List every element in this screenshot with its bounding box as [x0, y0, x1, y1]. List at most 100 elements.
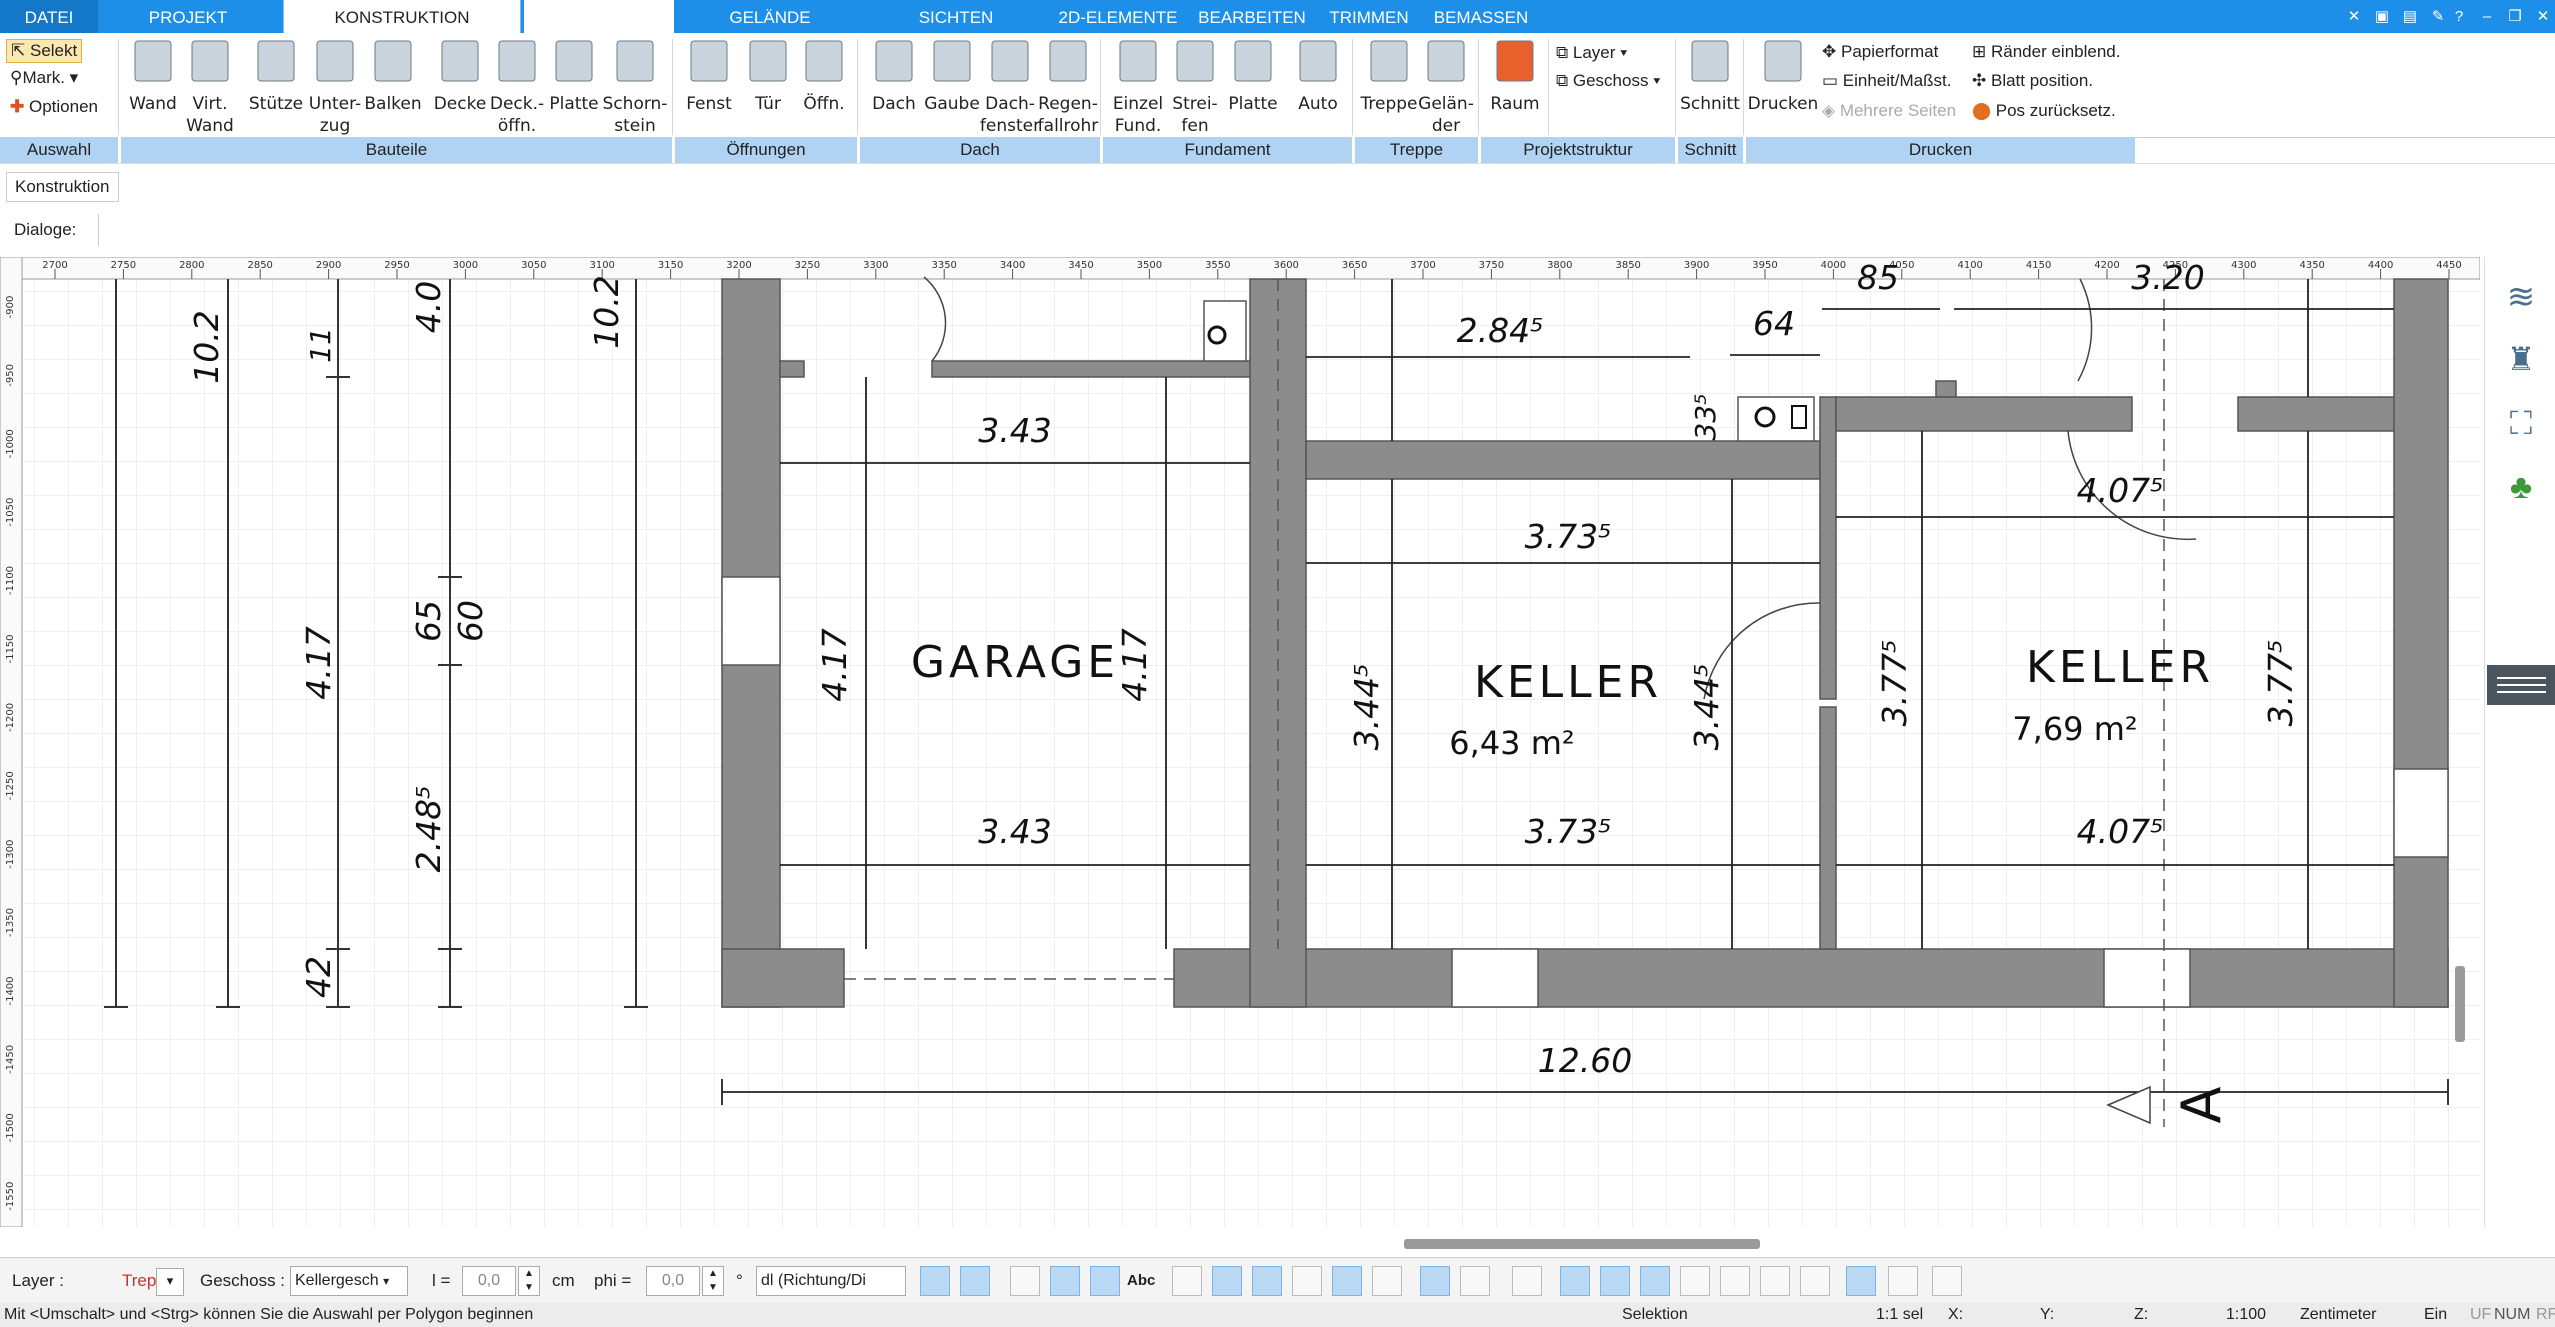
line-style-icon[interactable]: [1050, 1266, 1080, 1296]
frame-select-icon[interactable]: [1252, 1266, 1282, 1296]
folder-icon[interactable]: ▣: [2371, 6, 2393, 28]
group-dach: Dach: [960, 140, 1000, 159]
view-7-icon[interactable]: [1800, 1266, 1830, 1296]
roof-icon: [875, 40, 913, 82]
section-button[interactable]: Schnitt: [1680, 40, 1740, 114]
dimension-icon[interactable]: [1172, 1266, 1202, 1296]
layers-icon[interactable]: ≋: [2501, 277, 2541, 317]
printer-button[interactable]: Drucken: [1748, 40, 1819, 114]
view-3-icon[interactable]: [1640, 1266, 1670, 1296]
north-icon[interactable]: [1460, 1266, 1490, 1296]
opening-button[interactable]: Öffn.: [803, 40, 845, 114]
room-button[interactable]: Raum: [1490, 40, 1540, 114]
minimize-icon[interactable]: –: [2476, 6, 2498, 28]
layer-button[interactable]: ⧉ Layer ▾: [1556, 39, 1627, 67]
save-icon[interactable]: ▤: [2399, 6, 2421, 28]
menu-icon[interactable]: [2487, 665, 2555, 705]
ruler-label: 3900: [1684, 260, 1709, 271]
ruler-label: 4200: [2094, 260, 2119, 271]
tab-konstruktion[interactable]: KONSTRUKTION: [283, 0, 521, 33]
tab-empty[interactable]: [524, 0, 674, 33]
chair-icon[interactable]: ♜: [2501, 339, 2541, 379]
window-button[interactable]: Fenst: [686, 40, 732, 114]
beam-button[interactable]: Balken: [364, 40, 422, 114]
pointer-icon[interactable]: [1932, 1266, 1962, 1296]
virtual-wall-button[interactable]: Virt.Wand: [186, 40, 234, 136]
tab-gelaende[interactable]: GELÄNDE: [690, 0, 850, 33]
downpipe-button[interactable]: Regen-fallrohr: [1038, 40, 1099, 136]
tools-config-icon[interactable]: ✎: [2427, 6, 2449, 28]
tab-datei[interactable]: DATEI: [0, 0, 98, 33]
foundation-slab-button[interactable]: Platte: [1228, 40, 1278, 114]
snap-icon[interactable]: [1888, 1266, 1918, 1296]
roof-window-button[interactable]: Dach-fenster: [980, 40, 1040, 136]
hatch-icon[interactable]: [920, 1266, 950, 1296]
stairs-button[interactable]: Treppe: [1359, 40, 1418, 114]
horizontal-scrollbar[interactable]: [1404, 1239, 1760, 1249]
zoom-fit-icon[interactable]: ⛶: [2501, 403, 2541, 443]
geschoss-button[interactable]: ⧉ Geschoss ▾: [1556, 67, 1660, 95]
chimney-button[interactable]: Schorn-stein: [603, 40, 668, 136]
view-4-icon[interactable]: [1680, 1266, 1710, 1296]
ruler-label: 3300: [863, 260, 888, 271]
roof-button[interactable]: Dach: [872, 40, 916, 114]
ceiling-button[interactable]: Decke: [434, 40, 487, 114]
view-2-icon[interactable]: [1600, 1266, 1630, 1296]
pos-zuruecksetzen-button[interactable]: ⬤ Pos zurücksetz.: [1972, 97, 2116, 125]
slab-button[interactable]: Platte: [549, 40, 599, 114]
single-foundation-button[interactable]: EinzelFund.: [1113, 40, 1163, 136]
ceiling-opening-button[interactable]: Deck.-öffn.: [490, 40, 544, 136]
geschoss-select[interactable]: Kellergesch ▾: [290, 1266, 408, 1296]
dl-select[interactable]: dl (Richtung/Di: [756, 1266, 906, 1296]
floor-plan[interactable]: 2700 2750 2800 2850 2900 2950 3000 3050 3100 3150…: [0, 256, 2481, 1228]
help-icon[interactable]: ?: [2448, 6, 2470, 28]
auto-button[interactable]: Auto: [1298, 40, 1338, 114]
einheit-button[interactable]: ▭ Einheit/Maßst.: [1822, 67, 1951, 95]
tab-sichten[interactable]: SICHTEN: [876, 0, 1036, 33]
stairs-mark-icon[interactable]: [1512, 1266, 1542, 1296]
texture-icon[interactable]: [1372, 1266, 1402, 1296]
3d-box-icon[interactable]: [1292, 1266, 1322, 1296]
l-input[interactable]: 0,0: [462, 1266, 516, 1296]
drawing-canvas[interactable]: 2700 2750 2800 2850 2900 2950 3000 3050 3100 3150…: [0, 256, 2481, 1228]
konstruktion-panel-tab[interactable]: Konstruktion: [6, 172, 119, 202]
tab-trimmen[interactable]: TRIMMEN: [1316, 0, 1422, 33]
phi-stepper[interactable]: ▲ ▼: [702, 1266, 724, 1296]
surface-icon[interactable]: [1332, 1266, 1362, 1296]
restore-icon[interactable]: ❐: [2504, 6, 2526, 28]
text-style-label[interactable]: Abc: [1127, 1268, 1155, 1294]
column-button[interactable]: Stütze: [249, 40, 303, 114]
wall-button[interactable]: Wand: [129, 40, 177, 114]
railing-button[interactable]: Gelän-der: [1418, 40, 1474, 136]
blatt-position-button[interactable]: ✣ Blatt position.: [1972, 67, 2093, 95]
downpipe-label: Regen-: [1038, 94, 1098, 114]
phi-input[interactable]: 0,0: [646, 1266, 700, 1296]
raender-button[interactable]: ⊞ Ränder einblend.: [1972, 38, 2120, 66]
l-stepper[interactable]: ▲ ▼: [518, 1266, 540, 1296]
layer-fill-icon[interactable]: [1420, 1266, 1450, 1296]
view-1-icon[interactable]: [1560, 1266, 1590, 1296]
view-5-icon[interactable]: [1720, 1266, 1750, 1296]
tab-2d-elemente[interactable]: 2D-ELEMENTE: [1046, 0, 1190, 33]
tab-bearbeiten[interactable]: BEARBEITEN: [1196, 0, 1308, 33]
grid-icon[interactable]: [1846, 1266, 1876, 1296]
tools-icon[interactable]: ✕: [2343, 6, 2365, 28]
view-6-icon[interactable]: [1760, 1266, 1790, 1296]
tab-bemassen[interactable]: BEMASSEN: [1430, 0, 1532, 33]
line-weight-icon[interactable]: [1010, 1266, 1040, 1296]
door-button[interactable]: Tür: [749, 40, 787, 114]
mehrere-seiten-button[interactable]: ◈ Mehrere Seiten: [1822, 97, 1956, 125]
beam-under-button[interactable]: Unter-zug: [309, 40, 361, 136]
strip-foundation-button[interactable]: Strei-fen: [1172, 40, 1218, 136]
tab-projekt[interactable]: PROJEKT: [108, 0, 268, 33]
frame-icon[interactable]: [1212, 1266, 1242, 1296]
papierformat-button[interactable]: ✥ Papierformat: [1822, 38, 1938, 66]
opening-icon: [805, 40, 843, 82]
dormer-button[interactable]: Gaube: [924, 40, 980, 114]
tree-icon[interactable]: ♣: [2501, 467, 2541, 507]
close-icon[interactable]: ✕: [2532, 6, 2554, 28]
layer-dropdown-icon[interactable]: ▾: [156, 1268, 184, 1296]
vertical-scrollbar[interactable]: [2455, 966, 2465, 1042]
line-pattern-icon[interactable]: [1090, 1266, 1120, 1296]
fill-icon[interactable]: [960, 1266, 990, 1296]
